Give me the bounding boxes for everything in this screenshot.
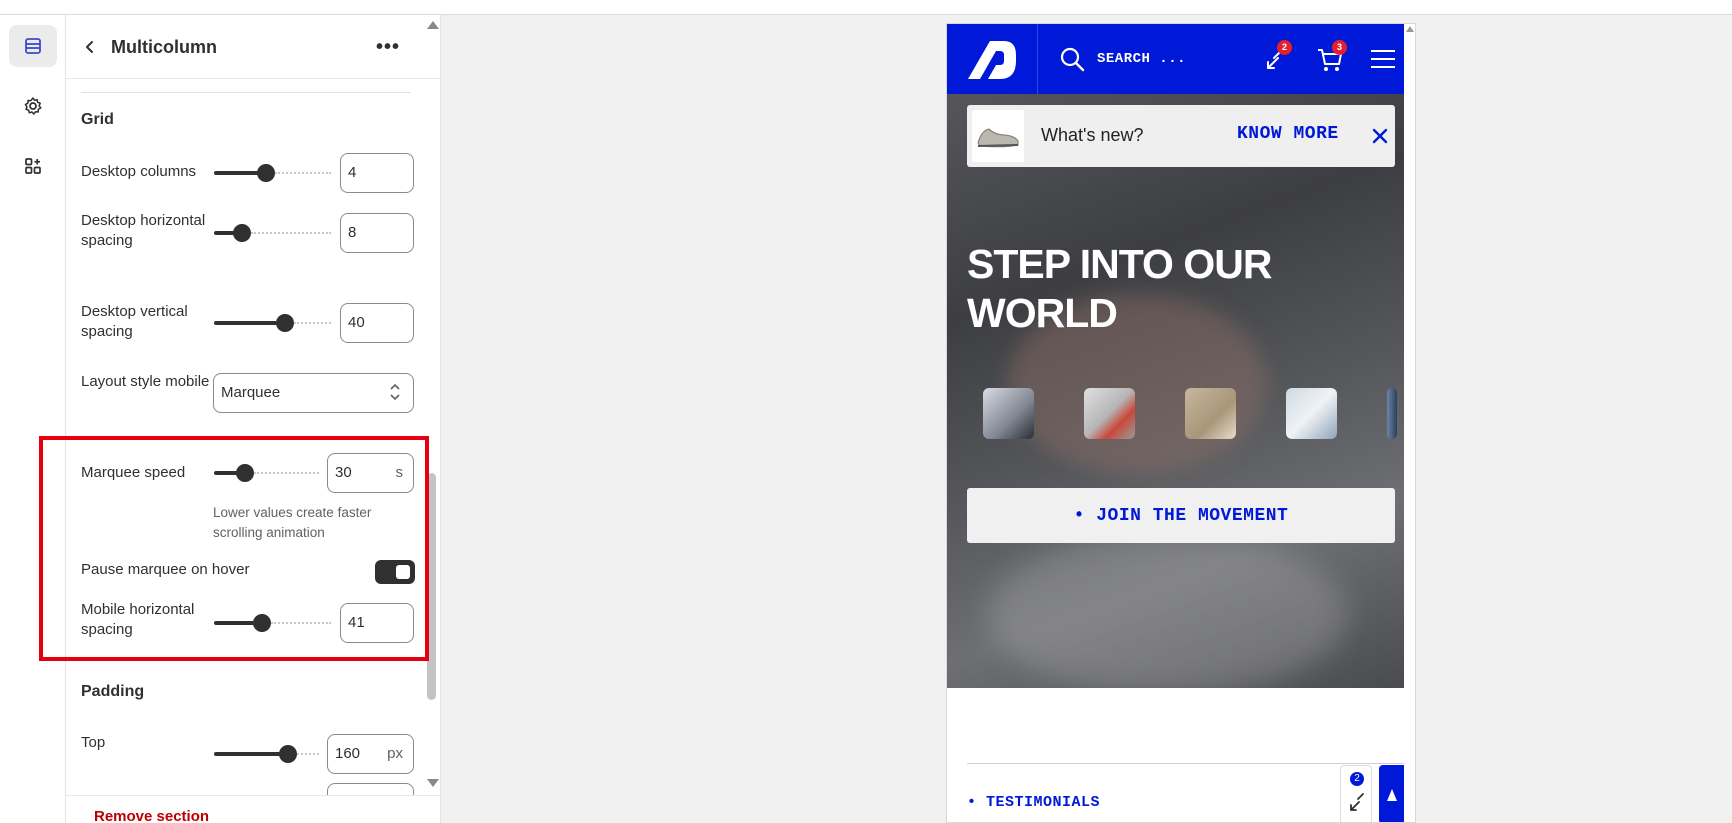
marquee-image-2[interactable] bbox=[1084, 388, 1135, 439]
desktop-horizontal-spacing-label: Desktop horizontal spacing bbox=[81, 212, 206, 249]
padding-top-slider[interactable] bbox=[214, 744, 319, 764]
panel-header: Multicolumn ••• bbox=[66, 15, 440, 79]
desktop-horizontal-spacing-slider[interactable] bbox=[214, 223, 331, 243]
layout-style-mobile-select[interactable]: Marquee bbox=[213, 373, 414, 413]
browser-top-bar bbox=[0, 0, 1732, 15]
slider-thumb[interactable] bbox=[279, 745, 297, 763]
desktop-columns-slider[interactable] bbox=[214, 163, 331, 183]
search-placeholder: SEARCH ... bbox=[1097, 51, 1187, 67]
more-actions-button[interactable]: ••• bbox=[374, 33, 402, 61]
store-preview: SEARCH ... 2 3 What's new? KNOW MORE STE… bbox=[946, 23, 1416, 823]
desktop-vertical-spacing-slider[interactable] bbox=[214, 313, 331, 333]
desktop-columns-label: Desktop columns bbox=[81, 163, 197, 180]
slider-thumb[interactable] bbox=[257, 164, 275, 182]
join-the-movement-button[interactable]: • JOIN THE MOVEMENT bbox=[967, 488, 1395, 543]
close-icon[interactable] bbox=[1369, 125, 1391, 147]
search-area[interactable]: SEARCH ... bbox=[1059, 46, 1186, 72]
marquee-image-1[interactable] bbox=[983, 388, 1034, 439]
slider-thumb[interactable] bbox=[233, 224, 251, 242]
marquee-thumbnails bbox=[983, 388, 1403, 440]
compare-icon bbox=[1350, 793, 1364, 811]
editor-icon-rail bbox=[0, 15, 66, 823]
back-button[interactable] bbox=[76, 33, 104, 61]
padding-top-input[interactable]: 160 px bbox=[327, 734, 414, 774]
sections-icon bbox=[25, 38, 41, 54]
highlight-box bbox=[39, 436, 429, 661]
gear-icon bbox=[24, 97, 42, 115]
select-value: Marquee bbox=[221, 384, 281, 401]
marquee-image-3[interactable] bbox=[1185, 388, 1236, 439]
floating-compare-button[interactable]: 2 bbox=[1340, 765, 1372, 822]
scroll-down-arrow-icon[interactable] bbox=[426, 778, 440, 788]
sneaker-icon bbox=[977, 128, 1019, 148]
chevron-up-down-icon bbox=[390, 383, 400, 401]
panel-title: Multicolumn bbox=[111, 37, 217, 57]
cart-count-badge: 3 bbox=[1332, 40, 1347, 55]
store-header: SEARCH ... 2 3 bbox=[947, 24, 1404, 94]
announcement-bar: What's new? KNOW MORE bbox=[967, 105, 1395, 167]
panel-footer: Remove section bbox=[66, 795, 440, 823]
theme-settings-button[interactable] bbox=[9, 85, 57, 127]
marquee-image-5[interactable] bbox=[1387, 388, 1397, 439]
scroll-up-arrow-icon[interactable] bbox=[426, 20, 440, 30]
chevron-left-icon bbox=[86, 41, 93, 53]
hero-title: STEP INTO OUR WORLD bbox=[967, 241, 1272, 336]
sections-nav-button[interactable] bbox=[9, 25, 57, 67]
floating-compare-count: 2 bbox=[1350, 772, 1364, 786]
compare-button[interactable]: 2 bbox=[1260, 40, 1292, 74]
slider-thumb[interactable] bbox=[276, 314, 294, 332]
desktop-columns-input[interactable]: 4 bbox=[340, 153, 414, 193]
compare-count-badge: 2 bbox=[1277, 40, 1292, 55]
marquee-image-4[interactable] bbox=[1286, 388, 1337, 439]
menu-button[interactable] bbox=[1368, 44, 1400, 74]
search-icon bbox=[1060, 47, 1085, 72]
notice-text: What's new? bbox=[1041, 125, 1144, 145]
section-settings-panel: Multicolumn ••• Grid Desktop columns 4 D… bbox=[66, 15, 441, 823]
section-divider bbox=[967, 763, 1404, 764]
more-icon: ••• bbox=[375, 35, 400, 58]
desktop-vertical-spacing-input[interactable]: 40 bbox=[340, 303, 414, 343]
desktop-horizontal-spacing-input[interactable]: 8 bbox=[340, 213, 414, 253]
scroll-to-top-button[interactable] bbox=[1379, 765, 1404, 822]
unit-label: px bbox=[387, 745, 403, 762]
padding-top-label: Top bbox=[81, 734, 106, 751]
divider bbox=[81, 92, 411, 93]
padding-section-title: Padding bbox=[81, 683, 145, 700]
layout-style-mobile-label: Layout style mobile bbox=[81, 373, 210, 390]
padding-top-value: 160 bbox=[335, 745, 361, 762]
testimonials-heading: • TESTIMONIALS bbox=[967, 794, 1101, 811]
apps-icon bbox=[25, 158, 41, 174]
menu-icon bbox=[1371, 50, 1395, 68]
logo-icon bbox=[968, 41, 1016, 79]
cart-button[interactable]: 3 bbox=[1315, 40, 1347, 74]
grid-section-title: Grid bbox=[81, 111, 114, 128]
apps-nav-button[interactable] bbox=[9, 145, 57, 187]
arrow-up-icon bbox=[1386, 788, 1397, 801]
notice-product-image bbox=[972, 110, 1024, 162]
preview-scrollbar[interactable] bbox=[1405, 26, 1415, 822]
desktop-vertical-spacing-label: Desktop vertical spacing bbox=[81, 303, 188, 340]
store-logo[interactable] bbox=[947, 24, 1038, 94]
know-more-link[interactable]: KNOW MORE bbox=[1237, 124, 1339, 144]
remove-section-button[interactable]: Remove section bbox=[94, 808, 209, 823]
